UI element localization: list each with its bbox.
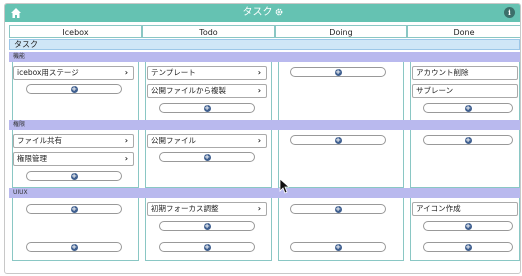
add-card-button[interactable]: +	[159, 221, 255, 231]
plus-icon: +	[203, 221, 211, 230]
plus-icon: +	[334, 242, 342, 251]
card-copy-public-file[interactable]: 公開ファイルから複製 ›	[147, 84, 267, 98]
plus-icon: +	[334, 135, 342, 144]
add-card-button[interactable]: +	[159, 242, 255, 252]
section-bar-feature[interactable]	[9, 52, 520, 62]
section-label-permission: 権限	[13, 121, 26, 128]
plus-icon: +	[334, 204, 342, 213]
card-public-file[interactable]: 公開ファイル ›	[147, 134, 267, 148]
card-permission-management[interactable]: 権限管理 ›	[13, 152, 134, 166]
plus-icon: +	[70, 171, 78, 180]
plus-icon: +	[203, 242, 211, 251]
card-icebox-stage[interactable]: icebox用ステージ ›	[13, 66, 134, 80]
card-label: 初期フォーカス調整	[151, 204, 219, 213]
plus-icon: +	[70, 242, 78, 251]
add-card-button[interactable]: +	[26, 242, 122, 252]
chevron-right-icon: ›	[124, 136, 128, 145]
gear-icon[interactable]	[275, 8, 283, 16]
title-bar: タスク i	[5, 4, 520, 22]
board-title-wrap: タスク	[5, 6, 520, 20]
add-card-button[interactable]: +	[159, 152, 255, 162]
column-header-icebox: Icebox	[9, 25, 142, 38]
add-card-button[interactable]: +	[290, 242, 386, 252]
add-card-button[interactable]: +	[290, 135, 386, 145]
section-bar-permission[interactable]	[9, 120, 520, 130]
card-initial-focus[interactable]: 初期フォーカス調整 ›	[147, 202, 267, 216]
plus-icon: +	[203, 103, 211, 112]
column-header-todo: Todo	[142, 25, 275, 38]
plus-icon: +	[464, 221, 472, 230]
card-label: 公開ファイルから複製	[151, 86, 226, 95]
group-bar[interactable]: タスク	[9, 39, 520, 50]
section-label-uiux: UIUX	[13, 189, 28, 196]
card-file-share[interactable]: ファイル共有 ›	[13, 134, 134, 148]
kanban-board: タスク i Icebox Todo Doing Done タスク 機能 iceb…	[4, 3, 521, 274]
add-card-button[interactable]: +	[423, 103, 513, 113]
add-card-button[interactable]: +	[423, 242, 513, 252]
card-delete-account[interactable]: アカウント削除	[412, 66, 518, 80]
mouse-cursor-icon	[279, 178, 289, 194]
column-header-done: Done	[407, 25, 520, 38]
plus-icon: +	[70, 84, 78, 93]
card-label: icebox用ステージ	[17, 68, 79, 77]
chevron-right-icon: ›	[257, 136, 261, 145]
card-label: ファイル共有	[17, 136, 62, 145]
add-card-button[interactable]: +	[290, 67, 386, 77]
add-card-button[interactable]: +	[290, 204, 386, 214]
plus-icon: +	[203, 152, 211, 161]
add-card-button[interactable]: +	[26, 84, 122, 94]
card-create-icon[interactable]: アイコン作成	[412, 202, 518, 216]
card-label: 公開ファイル	[151, 136, 196, 145]
section-label-feature: 機能	[13, 53, 26, 60]
chevron-right-icon: ›	[124, 68, 128, 77]
plus-icon: +	[464, 135, 472, 144]
info-icon[interactable]: i	[504, 7, 515, 18]
plus-icon: +	[70, 204, 78, 213]
card-sublane[interactable]: サブレーン	[412, 84, 518, 98]
card-label: サブレーン	[416, 86, 454, 95]
plus-icon: +	[464, 103, 472, 112]
chevron-right-icon: ›	[124, 154, 128, 163]
card-label: テンプレート	[151, 68, 196, 77]
add-card-button[interactable]: +	[423, 135, 513, 145]
add-card-button[interactable]: +	[159, 103, 255, 113]
card-label: アカウント削除	[416, 68, 469, 77]
add-card-button[interactable]: +	[26, 204, 122, 214]
add-card-button[interactable]: +	[26, 171, 122, 181]
add-card-button[interactable]: +	[423, 221, 513, 231]
plus-icon: +	[464, 242, 472, 251]
column-header-doing: Doing	[275, 25, 407, 38]
card-template[interactable]: テンプレート ›	[147, 66, 267, 80]
card-label: アイコン作成	[416, 204, 461, 213]
chevron-right-icon: ›	[257, 204, 261, 213]
board-title: タスク	[242, 7, 273, 18]
chevron-right-icon: ›	[257, 68, 261, 77]
section-bar-uiux[interactable]	[9, 188, 520, 198]
card-label: 権限管理	[17, 154, 47, 163]
plus-icon: +	[334, 67, 342, 76]
chevron-right-icon: ›	[257, 86, 261, 95]
